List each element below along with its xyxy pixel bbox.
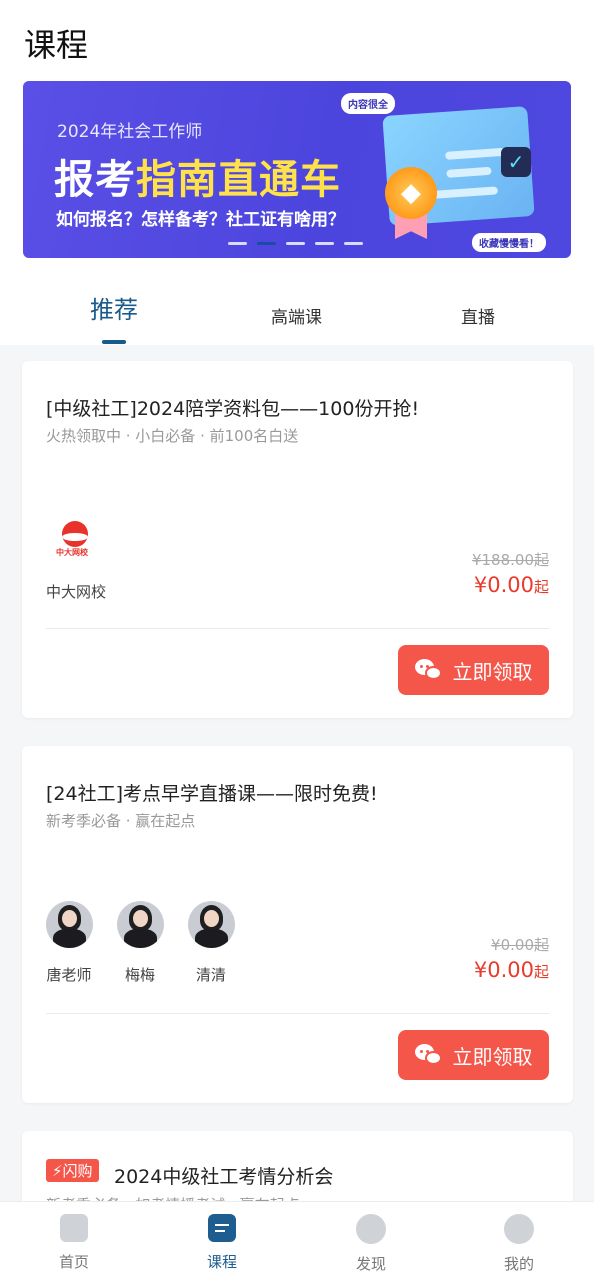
course-title: 2024中级社工考情分析会 <box>114 1166 334 1188</box>
nav-profile[interactable]: 我的 <box>479 1214 559 1274</box>
original-price: ¥188.00起 <box>471 551 549 569</box>
header: 课程 2024年社会工作师 报考指南直通车 如何报名？怎样备考？社工证有啥用？ … <box>0 0 594 345</box>
banner-tag-top: 内容很全 <box>341 93 395 114</box>
banner-year-text: 2024年社会工作师 <box>57 122 203 142</box>
promo-banner[interactable]: 2024年社会工作师 报考指南直通车 如何报名？怎样备考？社工证有啥用？ 内容很… <box>23 81 571 258</box>
check-icon: ✓ <box>501 147 531 177</box>
carousel-dot[interactable] <box>315 242 334 245</box>
avatar <box>187 901 235 948</box>
medal-icon: ◆ <box>385 167 437 219</box>
banner-headline-white: 报考 <box>54 157 136 203</box>
wechat-icon <box>414 1044 443 1066</box>
flash-sale-badge: ⚡闪购 <box>46 1159 99 1182</box>
wechat-icon <box>414 659 443 681</box>
nav-label: 课程 <box>206 1253 237 1271</box>
banner-tag-bottom: 收藏慢慢看！ <box>472 233 546 252</box>
nav-home[interactable]: 首页 <box>34 1214 114 1272</box>
nav-label: 发现 <box>355 1255 386 1273</box>
course-title: [24社工]考点早学直播课——限时免费! <box>46 783 378 805</box>
bottom-nav: 首页 课程 发现 我的 <box>0 1201 594 1280</box>
carousel-dot-active[interactable] <box>257 242 276 245</box>
teacher[interactable]: 清清 <box>181 901 241 985</box>
banner-headline-highlight: 指南直通车 <box>136 157 341 203</box>
tab-premium[interactable]: 高端课 <box>271 303 322 328</box>
course-card[interactable]: [中级社工]2024陪学资料包——100份开抢! 火热领取中 · 小白必备 · … <box>22 361 573 718</box>
teacher-name: 唐老师 <box>46 966 92 984</box>
course-subtitle: 火热领取中 · 小白必备 · 前100名白送 <box>46 427 299 445</box>
teacher[interactable]: 唐老师 <box>39 901 99 985</box>
avatar <box>45 901 93 948</box>
course-title: [中级社工]2024陪学资料包——100份开抢! <box>46 398 420 420</box>
banner-headline: 报考指南直通车 <box>54 147 341 205</box>
carousel-dot[interactable] <box>344 242 363 245</box>
teacher[interactable]: 梅梅 <box>110 901 170 985</box>
teacher-name: 清清 <box>195 966 226 984</box>
nav-label: 我的 <box>503 1255 534 1273</box>
claim-button-label: 立即领取 <box>452 659 533 684</box>
nav-label: 首页 <box>58 1253 89 1271</box>
claim-button[interactable]: 立即领取 <box>398 645 549 695</box>
divider <box>46 628 549 629</box>
provider-name: 中大网校 <box>46 583 107 601</box>
tab-recommended[interactable]: 推荐 <box>90 290 138 325</box>
divider <box>46 1013 549 1014</box>
course-icon <box>208 1214 236 1242</box>
compass-icon <box>356 1214 386 1244</box>
claim-button[interactable]: 立即领取 <box>398 1030 549 1080</box>
page-title: 课程 <box>24 26 89 64</box>
profile-icon <box>504 1214 534 1244</box>
nav-course[interactable]: 课程 <box>182 1214 262 1272</box>
tab-indicator <box>102 340 126 344</box>
current-price: ¥0.00起 <box>473 573 549 597</box>
course-subtitle: 新考季必备 · 赢在起点 <box>46 812 196 830</box>
school-logo: 中大网校 <box>52 517 98 563</box>
claim-button-label: 立即领取 <box>452 1044 533 1069</box>
nav-discover[interactable]: 发现 <box>331 1214 411 1274</box>
banner-subtitle: 如何报名？怎样备考？社工证有啥用？ <box>56 210 345 230</box>
tab-live[interactable]: 直播 <box>461 303 495 328</box>
home-icon <box>60 1214 88 1242</box>
tab-bar: 推荐 高端课 直播 <box>0 290 594 345</box>
course-card[interactable]: [24社工]考点早学直播课——限时免费! 新考季必备 · 赢在起点 唐老师 梅梅… <box>22 746 573 1103</box>
carousel-dots[interactable] <box>228 242 363 245</box>
carousel-dot[interactable] <box>286 242 305 245</box>
original-price: ¥0.00起 <box>491 936 549 954</box>
carousel-dot[interactable] <box>228 242 247 245</box>
avatar <box>116 901 164 948</box>
current-price: ¥0.00起 <box>473 958 549 982</box>
teacher-name: 梅梅 <box>124 966 155 984</box>
